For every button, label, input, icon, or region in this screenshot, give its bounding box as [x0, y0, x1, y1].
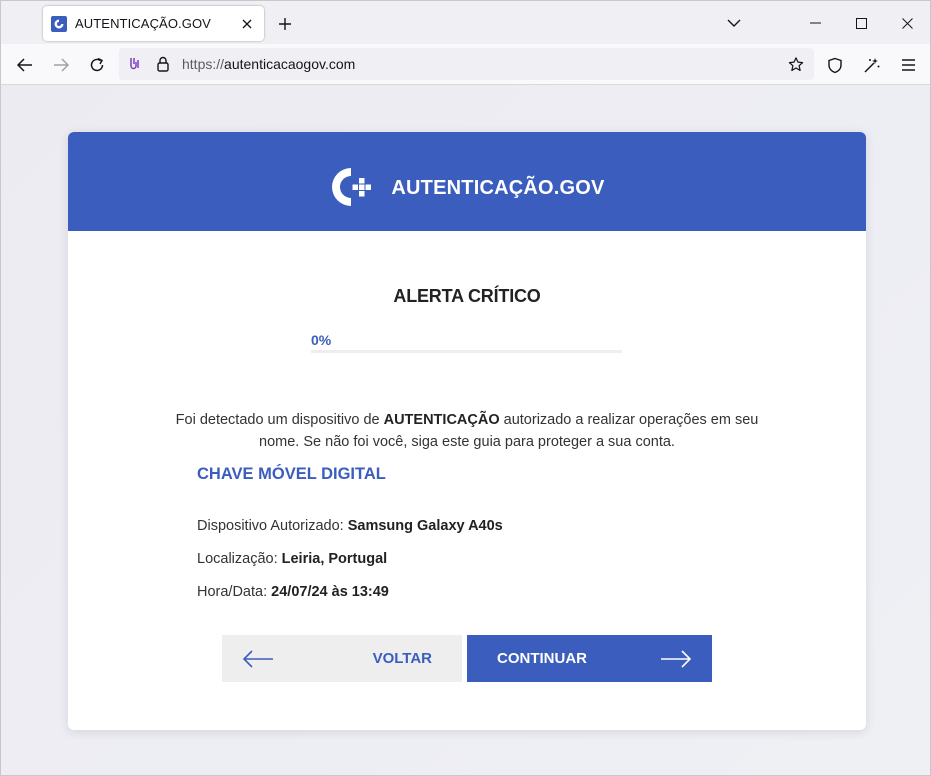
back-button-label: VOLTAR: [372, 650, 432, 667]
menu-hamburger-icon[interactable]: [895, 52, 921, 78]
continue-button[interactable]: CONTINUAR: [467, 635, 712, 682]
message-text-1: Foi detectado um dispositivo de: [175, 412, 384, 428]
device-label: Dispositivo Autorizado:: [197, 518, 348, 534]
lock-icon[interactable]: [155, 56, 171, 72]
site-favicon-icon: [51, 15, 67, 32]
new-tab-icon[interactable]: [273, 12, 297, 36]
continue-button-label: CONTINUAR: [497, 650, 587, 667]
address-bar[interactable]: https://autenticacaogov.com: [119, 48, 814, 80]
reload-icon[interactable]: [84, 52, 110, 78]
progress-indicator: 0%: [311, 332, 622, 353]
device-row: Dispositivo Autorizado: Samsung Galaxy A…: [197, 518, 503, 534]
progress-percent-label: 0%: [311, 332, 332, 348]
maximize-icon[interactable]: [838, 1, 884, 45]
url-host: autenticacaogov.com: [224, 56, 356, 72]
extensions-sparkle-icon[interactable]: [859, 52, 885, 78]
navigation-toolbar: https://autenticacaogov.com: [0, 44, 931, 85]
progress-track: [311, 350, 622, 353]
shield-icon[interactable]: [822, 52, 848, 78]
back-arrow-icon[interactable]: [12, 52, 38, 78]
brand-header: AUTENTICAÇÃO.GOV: [68, 132, 866, 231]
window-controls: [792, 1, 930, 45]
page-viewport: AUTENTICAÇÃO.GOV ALERTA CRÍTICO 0% Foi d…: [0, 85, 931, 776]
location-label: Localização:: [197, 551, 282, 567]
bookmark-star-icon[interactable]: [788, 56, 804, 72]
url-scheme: https://: [182, 56, 225, 72]
minimize-icon[interactable]: [792, 1, 838, 45]
forward-arrow-icon[interactable]: [48, 52, 74, 78]
section-title: CHAVE MÓVEL DIGITAL: [197, 465, 386, 483]
location-value: Leiria, Portugal: [281, 551, 388, 567]
datetime-row: Hora/Data: 24/07/24 às 13:49: [197, 584, 389, 600]
close-tab-icon[interactable]: [236, 13, 258, 35]
back-button[interactable]: VOLTAR: [222, 635, 462, 682]
datetime-value: 24/07/24 às 13:49: [271, 584, 389, 600]
url-text[interactable]: https://autenticacaogov.com: [182, 56, 355, 72]
chevron-down-icon[interactable]: [723, 12, 745, 34]
alert-message: Foi detectado um dispositivo de AUTENTIC…: [168, 409, 766, 453]
arrow-right-icon: [661, 649, 692, 668]
device-value: Samsung Galaxy A40s: [347, 518, 503, 534]
active-tab[interactable]: AUTENTICAÇÃO.GOV: [43, 6, 264, 41]
site-permissions-icon[interactable]: [127, 56, 143, 72]
tab-strip: AUTENTICAÇÃO.GOV: [0, 0, 931, 44]
close-window-icon[interactable]: [884, 1, 930, 45]
arrow-left-icon: [242, 649, 273, 668]
brand-name: AUTENTICAÇÃO.GOV: [391, 177, 605, 199]
location-row: Localização: Leiria, Portugal: [197, 551, 387, 567]
autenticacao-gov-logo-icon: [332, 167, 372, 206]
alert-title: ALERTA CRÍTICO: [393, 286, 541, 306]
auth-card: AUTENTICAÇÃO.GOV ALERTA CRÍTICO 0% Foi d…: [68, 132, 866, 730]
message-highlight: AUTENTICAÇÃO: [383, 412, 500, 428]
datetime-label: Hora/Data:: [197, 584, 272, 600]
tab-title: AUTENTICAÇÃO.GOV: [75, 16, 211, 31]
